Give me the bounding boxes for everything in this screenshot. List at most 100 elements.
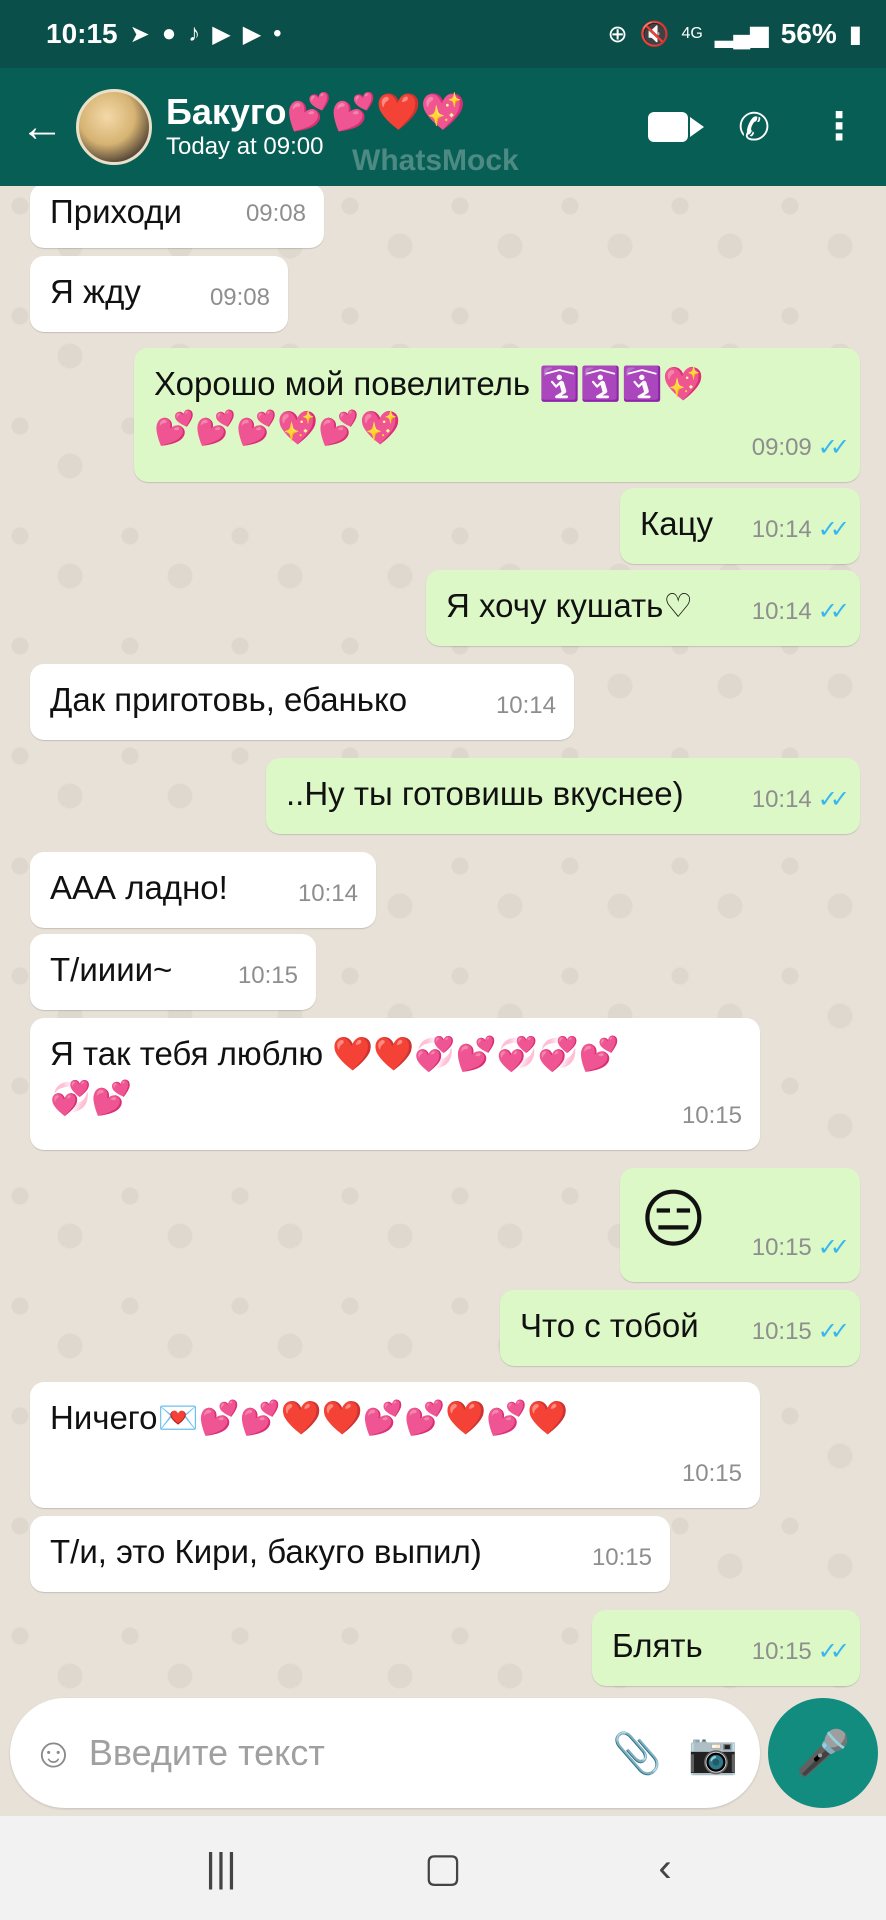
message-time: 10:14: [495, 692, 556, 719]
message-bubble[interactable]: Хорошо мой повелитель 🛐🛐🛐💖💕💕💕💖💕💖 09:09 ✓✓: [134, 348, 860, 482]
message-bubble[interactable]: Я жду 09:08: [30, 256, 288, 332]
message-composer: ☺ 📎 📷: [10, 1698, 760, 1808]
mic-icon: 🎤: [795, 1729, 851, 1778]
battery-saver-icon: ⊕: [607, 20, 628, 48]
phone-call-icon[interactable]: ✆: [738, 105, 770, 150]
message-meta: 10:15: [238, 954, 298, 998]
signal-icon: ▂▄▆: [714, 20, 769, 48]
emoji-icon[interactable]: ☺: [32, 1729, 75, 1777]
message-bubble[interactable]: Я так тебя люблю ❤️❤️💞💕💞💞💕💞💕 10:15: [30, 1018, 760, 1150]
telegram-icon: ➤: [129, 20, 150, 48]
message-bubble[interactable]: Кацу 10:14 ✓✓: [620, 488, 860, 564]
read-ticks-icon: ✓✓: [817, 1318, 850, 1345]
message-meta: 10:14: [496, 684, 556, 728]
youtube-icon: ▶: [212, 20, 231, 48]
read-ticks-icon: ✓✓: [817, 516, 850, 543]
message-text: Я хочу кушать♡: [446, 587, 693, 624]
attach-icon[interactable]: 📎: [612, 1730, 662, 1777]
message-text: Что с тобой: [520, 1307, 699, 1344]
battery-icon: ▮: [848, 20, 862, 48]
youtube-icon: ▶: [242, 20, 262, 48]
back-arrow-icon[interactable]: ←: [14, 102, 70, 152]
status-bar-left: 10:15 ➤ ● ♪ ▶ ▶ •: [46, 18, 282, 50]
message-time: 09:08: [209, 284, 270, 311]
battery-level: 56%: [780, 18, 837, 49]
message-bubble[interactable]: Т/ииии~ 10:15: [30, 934, 316, 1010]
message-text: Дак приготовь, ебанько: [50, 681, 408, 718]
message-meta: 09:09 ✓✓: [751, 426, 850, 470]
message-time: 09:09: [751, 434, 812, 461]
message-time: 10:14: [297, 880, 358, 907]
message-meta: 10:15 ✓✓: [751, 1310, 850, 1354]
mute-icon: 🔇: [639, 20, 670, 48]
mic-button[interactable]: 🎤: [768, 1698, 878, 1808]
message-bubble[interactable]: Ничего💌💕💕❤️❤️💕💕❤️💕❤️ 10:15: [30, 1382, 760, 1508]
camera-icon[interactable]: 📷: [688, 1730, 738, 1777]
message-meta: 10:15: [592, 1536, 652, 1580]
message-meta: 10:14: [298, 872, 358, 916]
read-ticks-icon: ✓✓: [817, 598, 850, 625]
back-icon[interactable]: ‹: [625, 1846, 705, 1891]
message-time: 10:14: [751, 598, 812, 625]
status-time: 10:15: [46, 18, 118, 49]
system-nav-bar: ||| ▢ ‹: [0, 1816, 886, 1920]
video-call-icon[interactable]: [648, 112, 705, 142]
message-text: Т/и, это Кири, бакуго выпил): [50, 1533, 482, 1570]
message-time: 10:15: [751, 1318, 812, 1345]
message-bubble[interactable]: Дак приготовь, ебанько 10:14: [30, 664, 574, 740]
watermark: WhatsMock: [352, 144, 519, 177]
message-meta: 10:14 ✓✓: [751, 590, 850, 634]
message-bubble[interactable]: Что с тобой 10:15 ✓✓: [500, 1290, 860, 1366]
status-bar-right: ⊕ 🔇 4G ▂▄▆ 56% ▮: [607, 18, 862, 50]
message-bubble[interactable]: Я хочу кушать♡ 10:14 ✓✓: [426, 570, 860, 646]
message-meta: 09:08: [210, 276, 270, 320]
message-meta: 10:14 ✓✓: [751, 508, 850, 552]
more-options-icon[interactable]: ⋮: [820, 108, 858, 146]
tiktok-icon: ♪: [188, 20, 201, 47]
read-ticks-icon: ✓✓: [817, 1638, 850, 1665]
home-icon[interactable]: ▢: [403, 1845, 483, 1891]
header-actions: ✆ ⋮: [648, 105, 858, 150]
message-text: Ничего💌💕💕❤️❤️💕💕❤️💕❤️: [50, 1399, 569, 1436]
message-time: 10:14: [751, 786, 812, 813]
message-meta: 10:15 ✓✓: [751, 1226, 850, 1270]
message-time: 10:14: [751, 516, 812, 543]
message-time: 10:15: [237, 962, 298, 989]
message-time: 10:15: [751, 1638, 812, 1665]
message-time: 10:15: [591, 1544, 652, 1571]
message-text: ААА ладно!: [50, 869, 228, 906]
message-bubble[interactable]: ААА ладно! 10:14: [30, 852, 376, 928]
message-text: ..Ну ты готовишь вкуснее): [286, 775, 684, 812]
recent-apps-icon[interactable]: |||: [181, 1846, 261, 1891]
message-meta: 10:15 ✓✓: [751, 1630, 850, 1674]
message-text: 😑: [640, 1183, 707, 1255]
avatar[interactable]: [76, 89, 152, 165]
message-bubble[interactable]: Блять 10:15 ✓✓: [592, 1610, 860, 1686]
message-time: 09:08: [245, 200, 306, 227]
message-text: Я так тебя люблю ❤️❤️💞💕💞💞💕💞💕: [50, 1035, 620, 1116]
message-meta: 10:14 ✓✓: [751, 778, 850, 822]
network-type: 4G: [681, 25, 703, 42]
message-time: 10:15: [751, 1234, 812, 1261]
message-text: Блять: [612, 1627, 703, 1664]
message-time: 10:15: [681, 1460, 742, 1487]
status-bar: 10:15 ➤ ● ♪ ▶ ▶ • ⊕ 🔇 4G ▂▄▆ 56% ▮: [0, 0, 886, 68]
message-bubble[interactable]: Т/и, это Кири, бакуго выпил) 10:15: [30, 1516, 670, 1592]
message-bubble[interactable]: Приходи 09:08: [30, 186, 324, 248]
chat-area[interactable]: Приходи 09:08 Я жду 09:08 Хорошо мой пов…: [0, 186, 886, 1700]
chat-header: ← Бакуго💕💕❤️💖 Today at 09:00 WhatsMock ✆…: [0, 68, 886, 186]
contact-name: Бакуго💕💕❤️💖: [166, 91, 466, 132]
dot-icon: •: [273, 20, 282, 47]
read-ticks-icon: ✓✓: [817, 1234, 850, 1261]
message-meta: 09:08: [246, 192, 306, 236]
message-input[interactable]: [88, 1732, 587, 1774]
message-text: Приходи: [50, 193, 182, 230]
message-bubble[interactable]: 😑 10:15 ✓✓: [620, 1168, 860, 1282]
read-ticks-icon: ✓✓: [817, 434, 850, 461]
message-bubble[interactable]: ..Ну ты готовишь вкуснее) 10:14 ✓✓: [266, 758, 860, 834]
message-text: Кацу: [640, 505, 713, 542]
message-text: Я жду: [50, 273, 141, 310]
message-text: Хорошо мой повелитель 🛐🛐🛐💖💕💕💕💖💕💖: [154, 365, 704, 446]
read-ticks-icon: ✓✓: [817, 786, 850, 813]
message-meta: 10:15: [682, 1452, 742, 1496]
